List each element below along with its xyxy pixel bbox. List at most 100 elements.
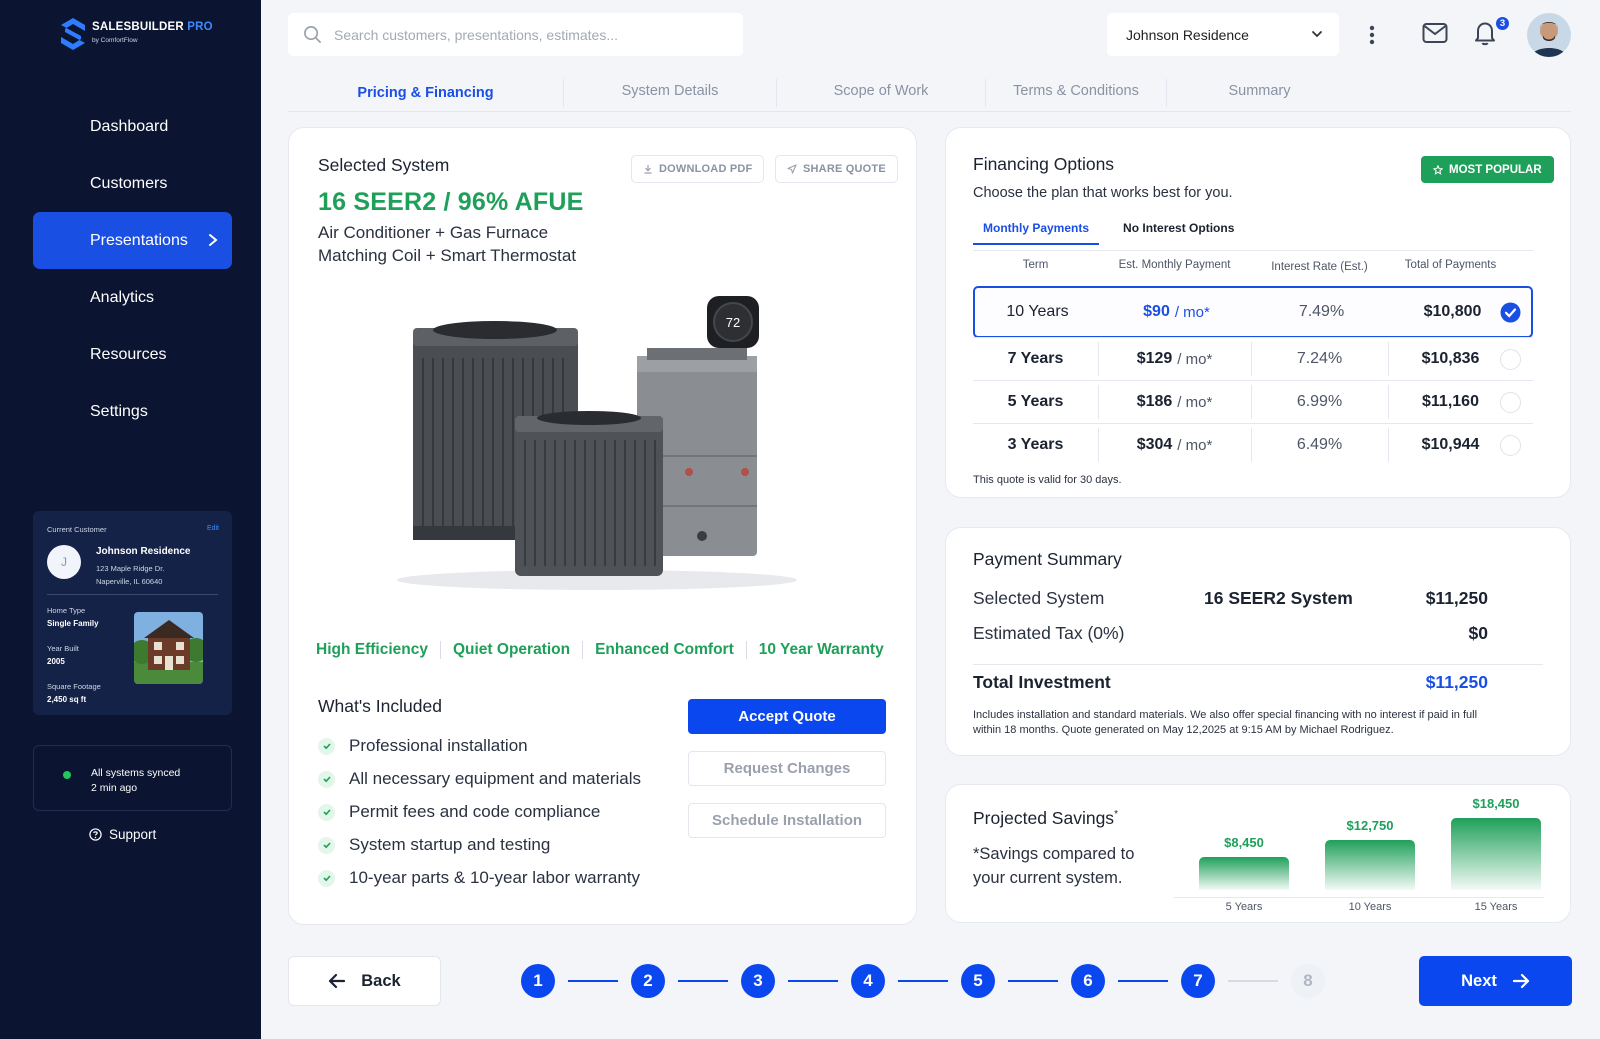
system-line-1: Air Conditioner + Gas Furnace [318,223,549,242]
system-model: 16 SEER2 / 96% AFUE [318,188,584,216]
presentation-tabs: Pricing & Financing System Details Scope… [288,70,1571,112]
footnote-mark: * [1114,809,1118,821]
interest-rate: 6.99% [1296,393,1343,410]
estimated-tax-label: Estimated Tax (0%) [973,623,1125,643]
search-input[interactable] [334,26,714,43]
monthly-payment: $304/ mo* [1098,424,1251,466]
share-quote-button[interactable]: SHARE QUOTE [775,155,898,183]
download-pdf-label: DOWNLOAD PDF [659,163,753,175]
savings-note-line-2: your current system. [973,869,1123,887]
included-item: All necessary equipment and materials [318,769,641,789]
total-payments: $11,160 [1422,393,1479,410]
sidebar-item-customers[interactable]: Customers [33,155,232,212]
sidebar-nav: Dashboard Customers Presentations Analyt… [33,98,232,440]
sidebar-item-dashboard[interactable]: Dashboard [33,98,232,155]
plan-radio[interactable] [1500,392,1521,413]
term: 5 Years [1007,393,1064,410]
hvac-equipment-image: 72 [367,288,832,598]
mail-icon[interactable] [1422,22,1448,44]
system-line-2: Matching Coil + Smart Thermostat [318,246,577,265]
financing-row-5-years[interactable]: 5 Years $186/ mo* 6.99% $11,160 [973,380,1533,423]
tab-summary[interactable]: Summary [1167,70,1352,111]
monthly-amount: $304 [1136,436,1173,453]
support-link[interactable]: Support [89,827,156,842]
financing-heading: Financing Options [973,154,1115,174]
customer-address: 123 Maple Ridge Dr. Naperville, IL 60640 [96,562,164,588]
divider [973,664,1543,665]
step-8[interactable]: 8 [1291,964,1325,998]
monthly-amount: $90 [1143,303,1170,320]
included-item: System startup and testing [318,835,550,855]
tab-scope-of-work[interactable]: Scope of Work [777,70,985,111]
plan-radio[interactable] [1500,435,1521,456]
financing-row-3-years[interactable]: 3 Years $304/ mo* 6.49% $10,944 [973,423,1533,466]
user-avatar[interactable] [1527,13,1571,57]
back-button[interactable]: Back [288,956,441,1006]
request-changes-button[interactable]: Request Changes [688,751,886,786]
accept-quote-button[interactable]: Accept Quote [688,699,886,734]
financing-options-card: Financing Options Choose the plan that w… [945,127,1571,498]
step-2[interactable]: 2 [631,964,665,998]
projected-savings-title: Projected Savings [973,808,1115,828]
next-button[interactable]: Next [1419,956,1572,1006]
selected-system-label: Selected System [973,588,1105,608]
financing-row-7-years[interactable]: 7 Years $129/ mo* 7.24% $10,836 [973,337,1533,380]
check-icon [318,836,335,854]
square-footage: Square Footage 2,450 sq ft [47,680,101,706]
download-pdf-button[interactable]: DOWNLOAD PDF [631,155,765,183]
included-item: Permit fees and code compliance [318,802,600,822]
arrow-left-icon [329,973,346,989]
monthly-payment: $90/ mo* [1100,288,1253,336]
address-line-1: 123 Maple Ridge Dr. [96,564,165,573]
interest-rate: 7.49% [1298,303,1345,320]
financing-row-10-years[interactable]: 10 Years $90/ mo* 7.49% $10,800 [973,286,1533,338]
tab-terms-conditions[interactable]: Terms & Conditions [986,70,1166,111]
edit-customer-link[interactable]: Edit [207,525,219,532]
step-4[interactable]: 4 [851,964,885,998]
monthly-unit: / mo* [1177,436,1213,454]
monthly-amount: $129 [1136,350,1173,367]
sync-line-2: 2 min ago [91,782,138,794]
financing-tabs: Monthly Payments No Interest Options [973,221,1244,245]
interest-rate: 6.49% [1296,436,1343,453]
monthly-unit: / mo* [1177,393,1213,411]
column-header-total: Total of Payments [1404,259,1497,271]
projected-savings-card: Projected Savings* *Savings compared to … [945,784,1571,923]
search-bar[interactable] [288,13,743,56]
step-6[interactable]: 6 [1071,964,1105,998]
step-connector [788,980,838,982]
brand-logo[interactable]: SALESBUILDER PRO by ComfortFlow [60,17,213,51]
tab-no-interest-options[interactable]: No Interest Options [1113,221,1244,245]
term: 3 Years [1007,436,1064,453]
square-footage-value: 2,450 sq ft [47,695,87,704]
step-connector [898,980,948,982]
included-item-label: Professional installation [349,736,528,755]
year-built-label: Year Built [47,644,79,653]
schedule-installation-button[interactable]: Schedule Installation [688,803,886,838]
more-options-icon[interactable] [1369,24,1375,46]
check-circle-icon[interactable] [1500,302,1521,323]
savings-bar-value: $12,750 [1346,818,1394,833]
sidebar-item-presentations[interactable]: Presentations [33,212,232,269]
step-3[interactable]: 3 [741,964,775,998]
included-item-label: System startup and testing [349,835,551,854]
sidebar-item-settings[interactable]: Settings [33,383,232,440]
sidebar-item-analytics[interactable]: Analytics [33,269,232,326]
total-payments: $10,836 [1421,350,1480,367]
customer-name: Johnson Residence [96,546,191,557]
selected-system-price: $11,250 [1425,588,1488,608]
step-1[interactable]: 1 [521,964,555,998]
tab-pricing-financing[interactable]: Pricing & Financing [288,70,563,111]
step-5[interactable]: 5 [961,964,995,998]
column-header-term: Term [1022,259,1049,271]
sync-status-dot [63,771,71,779]
address-line-2: Naperville, IL 60640 [96,577,163,586]
tab-monthly-payments[interactable]: Monthly Payments [973,221,1100,245]
step-7[interactable]: 7 [1181,964,1215,998]
monthly-unit: / mo* [1177,350,1213,368]
plan-radio[interactable] [1500,349,1521,370]
customer-select[interactable]: Johnson Residence [1107,13,1339,56]
tab-system-details[interactable]: System Details [564,70,776,111]
feature-list: High Efficiency Quiet Operation Enhanced… [316,641,884,659]
sidebar-item-resources[interactable]: Resources [33,326,232,383]
